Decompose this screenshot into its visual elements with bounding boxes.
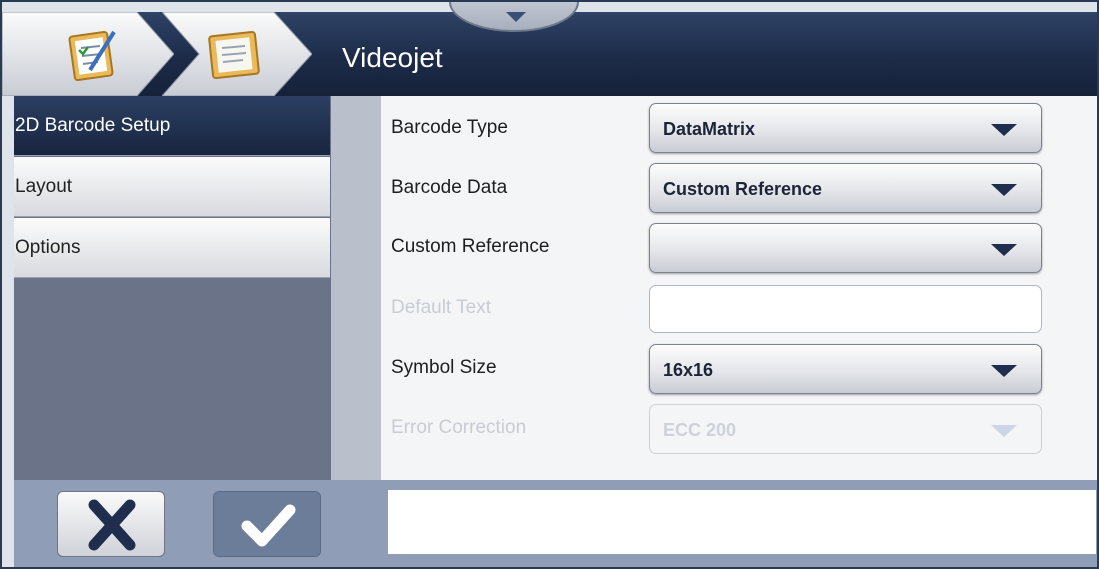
app-window: Videojet 2D Barcode Setup Layout Options… [0, 0, 1099, 569]
default-text-label: Default Text [391, 297, 491, 318]
chevron-down-icon [506, 12, 526, 22]
message-area [388, 490, 1096, 554]
divider-strip [331, 96, 381, 480]
sidebar-item-label: 2D Barcode Setup [15, 114, 171, 136]
check-icon [241, 504, 296, 547]
sidebar-item-2d-barcode-setup[interactable]: 2D Barcode Setup [14, 96, 330, 156]
sidebar-item-options[interactable]: Options [14, 218, 330, 278]
symbol-size-dropdown[interactable]: 16x16 [649, 344, 1042, 394]
barcode-type-label: Barcode Type [391, 117, 508, 138]
app-title: Videojet [342, 42, 443, 73]
barcode-data-value: Custom Reference [663, 179, 823, 199]
sidebar-item-label: Options [15, 236, 81, 258]
error-correction-label: Error Correction [391, 417, 527, 438]
footer-bar [14, 480, 1097, 567]
chevron-down-icon [991, 425, 1017, 437]
sidebar-item-label: Layout [15, 175, 73, 197]
clipboard-icon [207, 28, 263, 80]
breadcrumb-setup[interactable] [162, 12, 312, 96]
barcode-type-value: DataMatrix [663, 119, 756, 139]
sidebar: 2D Barcode Setup Layout Options [14, 96, 331, 480]
clipboard-check-icon [68, 26, 120, 82]
barcode-data-label: Barcode Data [391, 177, 508, 198]
chevron-down-icon [991, 184, 1017, 196]
error-correction-value: ECC 200 [663, 420, 737, 440]
chevron-down-icon [991, 365, 1017, 377]
breadcrumb-home[interactable] [2, 12, 174, 96]
sidebar-item-layout[interactable]: Layout [14, 157, 330, 217]
error-correction-dropdown: ECC 200 [649, 404, 1042, 454]
confirm-button[interactable] [213, 491, 321, 557]
custom-reference-dropdown[interactable] [649, 223, 1042, 273]
chevron-down-icon [991, 244, 1017, 256]
custom-reference-label: Custom Reference [391, 236, 550, 257]
symbol-size-value: 16x16 [663, 360, 714, 380]
default-text-field[interactable] [649, 285, 1042, 333]
close-icon [88, 499, 136, 551]
barcode-data-dropdown[interactable]: Custom Reference [649, 163, 1042, 213]
settings-panel: Barcode Type DataMatrix Barcode Data Cus… [381, 96, 1097, 480]
cancel-button[interactable] [57, 491, 165, 557]
symbol-size-label: Symbol Size [391, 357, 497, 378]
barcode-type-dropdown[interactable]: DataMatrix [649, 103, 1042, 153]
chevron-down-icon [991, 124, 1017, 136]
